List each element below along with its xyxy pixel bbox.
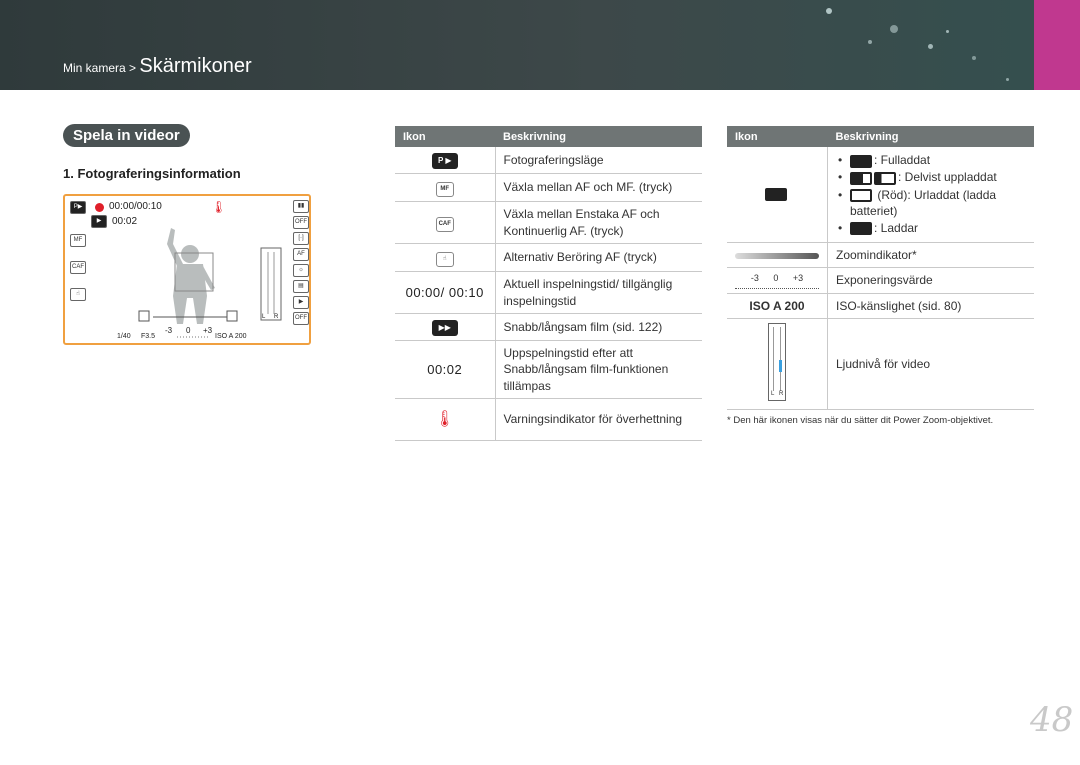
film-icon: ▤: [293, 280, 309, 293]
row-desc: Exponeringsvärde: [827, 267, 1034, 294]
icon-table-right: Ikon Beskrivning : Fulladdat : Delvist u…: [727, 126, 1034, 411]
ev-scale-icon: [735, 285, 819, 289]
row-desc: Zoomindikator*: [827, 242, 1034, 268]
section-title: Spela in videor: [63, 124, 190, 147]
movie-quality-icon: ▶: [293, 296, 309, 309]
audio-r-label: R: [779, 391, 784, 398]
touch-af-icon: ☝: [70, 288, 86, 301]
ois-icon: OFF: [293, 312, 309, 325]
overheat-icon: 🌡: [211, 200, 227, 214]
battery-charging-icon: [850, 222, 872, 236]
row-desc: Varningsindikator för överhettning: [495, 398, 702, 441]
row-desc: Uppspelningstid efter att Snabb/långsam …: [495, 340, 702, 399]
table-row: 00:02 Uppspelningstid efter att Snabb/lå…: [395, 340, 702, 399]
battery-charging-text: : Laddar: [874, 221, 919, 236]
row-desc: Snabb/långsam film (sid. 122): [495, 313, 702, 341]
touch-af-icon: ☝: [435, 252, 454, 267]
recording-time-indicator: 00:00/ 00:10: [405, 284, 484, 300]
lcd-aperture: F3.5: [141, 333, 156, 340]
list-item: (Röd): Urladdat (ladda batteriet): [836, 187, 1026, 219]
caf-icon: CAF: [70, 261, 86, 274]
table-row: MF Växla mellan AF och MF. (tryck): [395, 173, 702, 202]
table-row: ISO A 200 ISO-känslighet (sid. 80): [727, 293, 1034, 320]
lcd-current-time: 00:00/00:10: [109, 201, 162, 212]
col-desc-header: Beskrivning: [827, 126, 1034, 147]
caf-icon: CAF: [435, 217, 454, 232]
battery-partial-text: : Delvist uppladdat: [898, 170, 997, 185]
row-desc: Alternativ Beröring AF (tryck): [495, 243, 702, 272]
slow-fast-icon: ▶: [91, 215, 107, 228]
table-row: : Fulladdat : Delvist uppladdat (Röd): U…: [727, 147, 1034, 243]
header-banner: Min kamera > Skärmikoner: [0, 0, 1080, 90]
slow-fast-movie-icon: ▶▶: [431, 320, 458, 336]
lcd-audio-l: L: [262, 314, 266, 320]
table-row: 🌡 Varningsindikator för överhettning: [395, 398, 702, 441]
breadcrumb-parent: Min kamera >: [63, 61, 137, 75]
battery-empty-icon: [850, 188, 872, 202]
col-icon-header: Ikon: [727, 126, 828, 147]
wb-icon: ☼: [293, 264, 309, 277]
audio-level-icon: L R: [768, 323, 786, 402]
list-item: : Delvist uppladdat: [836, 169, 1026, 185]
table-row: L R Ljudnivå för video: [727, 318, 1034, 411]
lcd-shutter: 1/40: [117, 333, 131, 340]
camera-video-p-icon: P ▶: [431, 153, 458, 169]
row-desc: Fotograferingsläge: [495, 147, 702, 174]
lcd-audio-r: R: [274, 314, 279, 320]
list-item: : Laddar: [836, 220, 1026, 236]
footnote: * Den här ikonen visas när du sätter dit…: [727, 415, 994, 426]
page-title: Skärmikoner: [139, 55, 252, 77]
camera-screen-illustration: P▶ 00:00/00:10 🌡 ▶ 00:02 MF CAF ☝ ▮▮ OFF…: [63, 194, 311, 345]
table-row: 00:00/ 00:10 Aktuell inspelningstid/ til…: [395, 271, 702, 314]
row-desc: Aktuell inspelningstid/ tillgänglig insp…: [495, 271, 702, 314]
ev-max-label: +3: [792, 272, 804, 283]
af-mode-icon: AF: [293, 248, 309, 261]
row-desc: Växla mellan Enstaka AF och Kontinuerlig…: [495, 201, 702, 244]
playback-time-indicator: 00:02: [427, 361, 463, 377]
row-desc: Växla mellan AF och MF. (tryck): [495, 173, 702, 202]
icon-table-left: Ikon Beskrivning P ▶ Fotograferingsläge …: [395, 126, 702, 441]
list-item: : Fulladdat: [836, 152, 1026, 168]
table-row: Zoomindikator*: [727, 242, 1034, 268]
lcd-iso: ISO A 200: [215, 333, 247, 340]
battery-states-list: : Fulladdat : Delvist uppladdat (Röd): U…: [836, 152, 1026, 236]
row-desc: Ljudnivå för video: [827, 318, 1034, 411]
table-row: -3 0 +3 Exponeringsvärde: [727, 267, 1034, 294]
col-icon-header: Ikon: [395, 126, 495, 147]
lcd-ev-max: +3: [203, 326, 213, 335]
col-desc-header: Beskrivning: [495, 126, 702, 147]
table-row: P ▶ Fotograferingsläge: [395, 147, 702, 174]
table-row: ▶▶ Snabb/långsam film (sid. 122): [395, 313, 702, 341]
battery-icon: ▮▮: [293, 200, 309, 213]
record-icon: [95, 203, 104, 212]
battery-partial-icon: [850, 171, 872, 185]
ev-min-label: -3: [750, 272, 759, 283]
ev-mid-label: 0: [773, 272, 779, 283]
zoom-indicator-icon: [735, 252, 819, 259]
overheat-warning-icon: 🌡: [434, 410, 455, 428]
mf-icon: MF: [70, 234, 86, 247]
row-desc: ISO-känslighet (sid. 80): [827, 293, 1034, 320]
table-row: CAF Växla mellan Enstaka AF och Kontinue…: [395, 201, 702, 244]
battery-full-icon: [850, 154, 872, 168]
lcd-remaining-time: 00:02: [112, 216, 138, 227]
subsection-title: 1. Fotograferingsinformation: [63, 166, 241, 181]
breadcrumb: Min kamera > Skärmikoner: [63, 55, 252, 78]
video-mode-icon: P▶: [70, 201, 86, 214]
battery-low-icon: [874, 171, 896, 185]
table-row: ☝ Alternativ Beröring AF (tryck): [395, 243, 702, 272]
lcd-ev-mid: 0: [186, 326, 191, 335]
lcd-ev-min: -3: [165, 326, 173, 335]
accent-tab: [1034, 0, 1080, 90]
audio-l-label: L: [771, 391, 775, 398]
page-number: 48: [1030, 700, 1074, 740]
metering-icon: [·]: [293, 232, 309, 245]
battery-full-icon: [765, 188, 787, 202]
mf-switch-icon: MF: [435, 182, 454, 197]
iso-icon: ISO A 200: [749, 298, 805, 313]
power-off-icon: OFF: [293, 216, 309, 229]
battery-full-text: : Fulladdat: [874, 153, 931, 168]
